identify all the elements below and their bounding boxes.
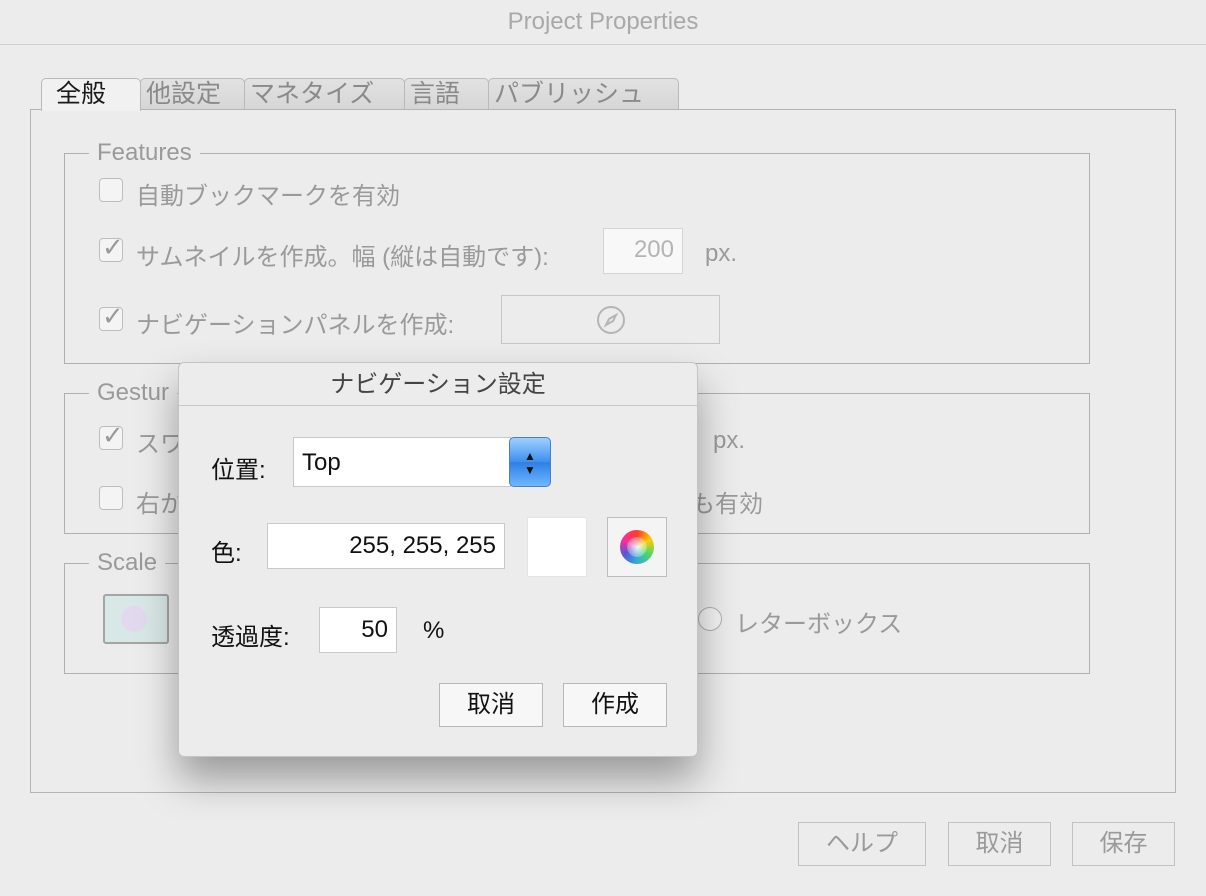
thumbnail-unit: px.: [705, 240, 738, 267]
tab-monetize[interactable]: マネタイズ: [244, 78, 405, 109]
right-gesture-label-end: も有効: [691, 491, 763, 518]
nav-panel-label: ナビゲーションパネルを作成:: [136, 312, 455, 339]
right-gesture-label: 右か: [136, 491, 184, 518]
cancel-button[interactable]: 取消: [948, 822, 1051, 866]
checkmark-icon: ✓: [102, 301, 124, 331]
tab-language[interactable]: 言語: [404, 78, 489, 109]
gestures-group-title: Gestur: [89, 379, 178, 407]
right-gesture-checkbox[interactable]: [99, 486, 123, 510]
letterbox-label: レターボックス: [735, 611, 903, 638]
position-label: 位置:: [211, 457, 266, 484]
window-title: Project Properties: [507, 8, 699, 35]
nav-panel-checkbox[interactable]: ✓: [99, 301, 124, 331]
up-arrow-icon: ▲: [524, 449, 536, 463]
auto-bookmark-label: 自動ブックマークを有効: [136, 183, 400, 210]
title-bar: Project Properties: [0, 0, 1206, 45]
color-picker-button[interactable]: [607, 517, 667, 577]
position-select[interactable]: Top: [293, 437, 511, 487]
tab-general[interactable]: 全般: [41, 78, 141, 111]
color-label: 色:: [211, 540, 242, 567]
checkmark-icon: ✓: [102, 232, 124, 262]
dialog-create-button[interactable]: 作成: [563, 683, 667, 727]
thumbnail-width-input[interactable]: 200: [603, 228, 683, 274]
color-value-input[interactable]: 255, 255, 255: [267, 523, 505, 569]
scale-group-title: Scale: [89, 549, 166, 577]
color-swatch: [527, 517, 587, 577]
checkmark-icon: ✓: [102, 420, 124, 450]
navigation-settings-dialog: ナビゲーション設定 位置: Top ▲ ▼ 色: 255, 255, 255 透…: [178, 362, 698, 757]
thumbnail-checkbox[interactable]: ✓: [99, 232, 124, 262]
opacity-input[interactable]: 50: [319, 607, 397, 653]
tab-bar: 全般 他設定 マネタイズ 言語 パブリッシュ: [41, 78, 679, 111]
features-group: Features 自動ブックマークを有効 ✓ サムネイルを作成。幅 (縦は自動で…: [64, 139, 1090, 364]
dialog-cancel-button[interactable]: 取消: [439, 683, 543, 727]
compass-icon: [597, 306, 625, 334]
down-arrow-icon: ▼: [524, 463, 536, 477]
color-wheel-icon: [620, 530, 654, 564]
dialog-title: ナビゲーション設定: [179, 363, 697, 406]
swipe-label: スワ: [136, 431, 184, 458]
scale-fit-image-icon[interactable]: [103, 594, 169, 644]
project-properties-window: Project Properties 全般 他設定 マネタイズ 言語 パブリッシ…: [0, 0, 1206, 896]
letterbox-radio[interactable]: [698, 607, 722, 631]
scale-preview-circle: [121, 606, 147, 632]
thumbnail-label: サムネイルを作成。幅 (縦は自動です):: [136, 244, 549, 271]
tab-publish[interactable]: パブリッシュ: [488, 78, 679, 109]
swipe-checkbox[interactable]: ✓: [99, 420, 124, 450]
nav-panel-settings-button[interactable]: [501, 295, 720, 344]
help-button[interactable]: ヘルプ: [798, 822, 926, 866]
save-button[interactable]: 保存: [1072, 822, 1175, 866]
auto-bookmark-checkbox[interactable]: [99, 178, 123, 202]
features-group-title: Features: [89, 139, 200, 167]
swipe-unit: px.: [713, 427, 746, 454]
tab-other-settings[interactable]: 他設定: [140, 78, 245, 109]
opacity-unit: %: [423, 617, 445, 644]
opacity-label: 透過度:: [211, 624, 290, 651]
position-stepper[interactable]: ▲ ▼: [509, 437, 551, 487]
